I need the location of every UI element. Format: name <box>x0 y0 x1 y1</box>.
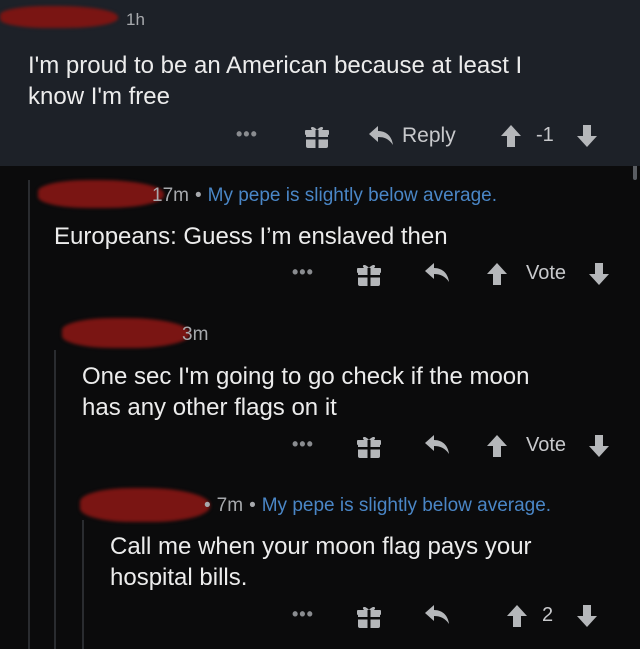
comment-meta: • 7m • My pepe is slightly below average. <box>204 495 552 516</box>
redacted-username <box>80 488 210 522</box>
comment-time: 3m <box>182 324 209 345</box>
downvote-button[interactable] <box>588 262 610 286</box>
upvote-icon <box>501 125 521 147</box>
gift-icon[interactable] <box>356 434 382 460</box>
upvote-button[interactable] <box>506 604 528 628</box>
gift-icon[interactable] <box>356 262 382 288</box>
reply-button[interactable] <box>424 262 450 284</box>
comment-4: • 7m • My pepe is slightly below average. C… <box>0 480 640 649</box>
reply-arrow-icon <box>369 126 393 145</box>
more-options-button[interactable]: ••• <box>292 262 314 283</box>
comment-line: know I'm free <box>28 83 170 110</box>
more-options-button[interactable]: ••• <box>292 434 314 455</box>
comment-body: Europeans: Guess I’m enslaved then <box>54 221 448 252</box>
comment-actions: ••• Reply -1 <box>0 124 640 154</box>
downvote-icon <box>589 435 609 457</box>
redacted-username <box>62 318 190 348</box>
user-flair: My pepe is slightly below average. <box>261 495 552 516</box>
more-options-button[interactable]: ••• <box>236 124 258 145</box>
upvote-icon <box>507 605 527 627</box>
comment-line: hospital bills. <box>110 564 248 591</box>
upvote-icon <box>487 263 507 285</box>
comment-time: 17m <box>152 185 189 206</box>
downvote-icon <box>577 125 597 147</box>
upvote-button[interactable] <box>486 434 508 458</box>
upvote-icon <box>487 435 507 457</box>
downvote-button[interactable] <box>588 434 610 458</box>
reply-button[interactable]: Reply <box>368 124 456 148</box>
downvote-icon <box>577 605 597 627</box>
reply-button[interactable] <box>424 604 450 626</box>
comment-time: 1h <box>126 10 145 29</box>
reply-arrow-icon <box>425 605 449 624</box>
gift-icon[interactable] <box>356 604 382 630</box>
reply-arrow-icon <box>425 263 449 282</box>
upvote-button[interactable] <box>486 262 508 286</box>
vote-score: Vote <box>526 262 567 284</box>
user-flair: My pepe is slightly below average. <box>207 185 497 206</box>
vote-score: Vote <box>526 434 567 456</box>
downvote-icon <box>589 263 609 285</box>
comment-meta: 17m • My pepe is slightly below average. <box>152 185 497 206</box>
comment-line: Europeans: Guess I’m enslaved then <box>54 223 448 250</box>
reply-label: Reply <box>402 124 456 147</box>
gift-icon[interactable] <box>304 124 330 150</box>
redacted-username <box>0 6 118 28</box>
reply-button[interactable] <box>424 434 450 456</box>
vote-score: 2 <box>542 604 554 626</box>
more-options-button[interactable]: ••• <box>292 604 314 625</box>
comment-line: One sec I'm going to go check if the moo… <box>82 363 530 390</box>
comment-body: One sec I'm going to go check if the moo… <box>82 361 530 423</box>
downvote-button[interactable] <box>576 124 598 148</box>
comment-1: 1h I'm proud to be an American because a… <box>0 0 640 166</box>
comment-line: I'm proud to be an American because at l… <box>28 52 523 79</box>
comment-actions: ••• 2 <box>0 604 640 634</box>
vote-score: -1 <box>536 124 554 146</box>
comment-actions: ••• Vote <box>0 434 640 464</box>
redacted-username <box>38 180 164 208</box>
reply-arrow-icon <box>425 435 449 454</box>
downvote-button[interactable] <box>576 604 598 628</box>
comment-line: has any other flags on it <box>82 394 337 421</box>
comment-body: Call me when your moon flag pays your ho… <box>110 531 532 593</box>
comment-line: Call me when your moon flag pays your <box>110 533 532 560</box>
comment-2: 17m • My pepe is slightly below average. E… <box>0 170 640 320</box>
comment-body: I'm proud to be an American because at l… <box>28 50 522 112</box>
comment-time: 7m <box>216 495 244 516</box>
comment-3: 3m One sec I'm going to go check if the … <box>0 310 640 480</box>
comment-actions: ••• Vote <box>0 262 640 292</box>
upvote-button[interactable] <box>500 124 522 148</box>
